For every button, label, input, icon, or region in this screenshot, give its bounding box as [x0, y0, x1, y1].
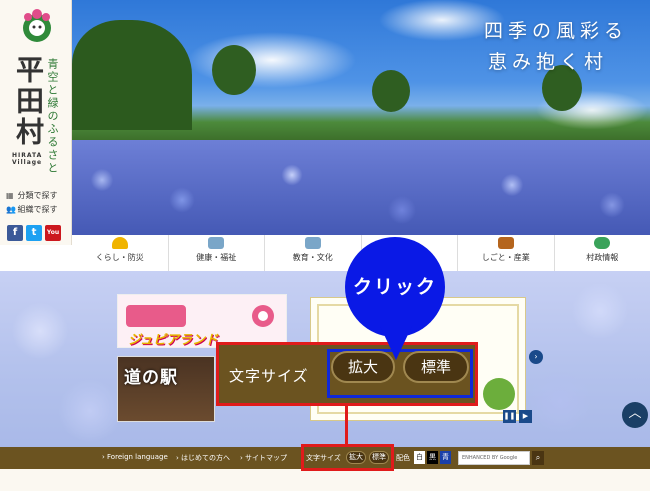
category-village-admin[interactable]: 村政情報 [555, 235, 650, 271]
scroll-top-icon[interactable]: ︿ [622, 402, 648, 428]
youtube-icon[interactable]: You [45, 225, 61, 241]
briefcase-icon [497, 237, 514, 249]
banner-joypia-text: ジュピアランド [128, 333, 219, 348]
book-icon [304, 237, 321, 249]
link-first-visit[interactable]: › はじめての方へ [176, 453, 230, 463]
callout-tip [380, 326, 412, 360]
twitter-icon[interactable]: t [26, 225, 42, 241]
pause-icon[interactable]: ❚❚ [503, 410, 516, 423]
catch-line-2: 恵み抱く村 [487, 51, 608, 73]
hydrangea-field [72, 140, 650, 235]
forest [72, 20, 192, 130]
medical-icon [208, 237, 225, 249]
fontsize-enlarge-button[interactable]: 拡大 [346, 451, 366, 464]
hero-catchphrase: 四季の風彩る 恵み抱く村 [484, 16, 628, 78]
fontsize-label: 文字サイズ [306, 454, 341, 462]
category-education-culture[interactable]: 教育・文化 [265, 235, 362, 271]
village-logo-icon[interactable] [20, 8, 54, 48]
village-romaji: HIRATA Village [12, 152, 42, 166]
people-icon: 👥 [6, 205, 16, 214]
helmet-icon [111, 237, 128, 249]
highlight-connector [345, 406, 348, 444]
category-label: くらし・防災 [95, 253, 144, 262]
tree [372, 70, 410, 112]
site-search-input[interactable]: ENHANCED BY Google [458, 451, 530, 465]
fontsize-zoom-panel: 文字サイズ 拡大 標準 [216, 342, 478, 406]
link-foreign-language[interactable]: › Foreign language [102, 453, 168, 461]
slide-next-arrow-icon[interactable]: › [529, 350, 543, 364]
link-label: Foreign language [107, 453, 168, 461]
fontsize-zoom-label: 文字サイズ [229, 367, 309, 385]
tree [212, 45, 256, 95]
social-links: f t You [7, 225, 61, 241]
search-icon[interactable]: ⌕ [532, 451, 544, 465]
category-living-disaster[interactable]: くらし・防災 [72, 235, 169, 271]
callout-bubble: クリック [345, 237, 445, 337]
tree-icon [483, 378, 515, 410]
category-work-industry[interactable]: しごと・産業 [458, 235, 555, 271]
sidebar: 平田村 青空と緑のふるさと HIRATA Village ▦ 分類で探す 👥 組… [0, 0, 72, 245]
nav-by-organization-label: 組織で探す [17, 205, 58, 214]
category-health-welfare[interactable]: 健康・福祉 [169, 235, 265, 271]
nav-by-category[interactable]: ▦ 分類で探す [6, 190, 58, 201]
link-label: はじめての方へ [181, 454, 231, 462]
village-slogan: 青空と緑のふるさと [46, 58, 59, 175]
romaji-line-1: HIRATA [12, 152, 43, 159]
village-name[interactable]: 平田村 [8, 55, 48, 148]
zoom-standard-button[interactable]: 標準 [403, 351, 469, 383]
link-label: サイトマップ [245, 454, 288, 462]
color-white-button[interactable]: 白 [414, 451, 425, 464]
nav-by-organization[interactable]: 👥 組織で探す [6, 204, 58, 215]
banner-michinoeki-text: 道の駅 [124, 368, 178, 388]
romaji-line-2: Village [12, 159, 43, 166]
link-sitemap[interactable]: › サイトマップ [240, 453, 287, 463]
chat-icon [594, 237, 611, 249]
color-scheme-label: 配色 [396, 454, 410, 462]
logo-icon [252, 305, 274, 327]
category-label: 健康・福祉 [196, 253, 237, 262]
category-label: しごと・産業 [481, 253, 530, 262]
banner-joypia[interactable]: ジュピアランド [117, 294, 287, 348]
category-label: 村政情報 [586, 253, 619, 262]
fontsize-standard-button[interactable]: 標準 [369, 451, 389, 464]
hero-image: 四季の風彩る 恵み抱く村 [72, 0, 650, 235]
nav-by-category-label: 分類で探す [17, 191, 58, 200]
banner-michinoeki[interactable]: 道の駅 [117, 356, 215, 422]
catch-line-1: 四季の風彩る [483, 20, 628, 42]
page-bottom [0, 469, 650, 491]
facebook-icon[interactable]: f [7, 225, 23, 241]
category-label: 教育・文化 [292, 253, 333, 262]
color-blue-button[interactable]: 青 [440, 451, 451, 464]
color-black-button[interactable]: 黒 [427, 451, 438, 464]
bus-icon [126, 305, 186, 327]
play-icon[interactable]: ▶ [519, 410, 532, 423]
grid-icon: ▦ [6, 191, 14, 200]
